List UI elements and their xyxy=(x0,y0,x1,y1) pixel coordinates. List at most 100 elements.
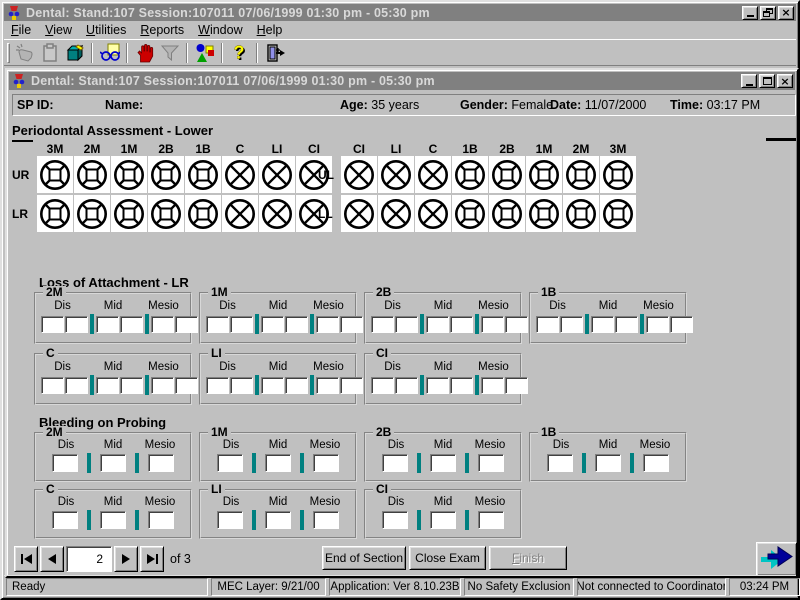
child-maximize-button[interactable] xyxy=(759,74,775,88)
field-label-mesio: Mesio xyxy=(307,300,350,312)
menu-help[interactable]: Help xyxy=(250,22,290,38)
loa-1b-mid-input-1[interactable] xyxy=(591,316,614,333)
loa-2m-dis-input-2[interactable] xyxy=(65,316,88,333)
menu-view[interactable]: View xyxy=(38,22,79,38)
bop-group-label: C xyxy=(43,483,58,496)
cube-button[interactable] xyxy=(62,41,87,65)
loa-1m-mesio-input-1[interactable] xyxy=(316,316,339,333)
loa-2m-mid-input-1[interactable] xyxy=(96,316,119,333)
page-number-input[interactable] xyxy=(66,546,112,572)
loa-1m-mid-input-1[interactable] xyxy=(261,316,284,333)
minimize-button[interactable] xyxy=(742,6,758,20)
child-close-button[interactable]: × xyxy=(777,74,793,88)
loa-ci-dis-input-1[interactable] xyxy=(371,377,394,394)
loa-ci-mesio-input-1[interactable] xyxy=(481,377,504,394)
next-page-button[interactable] xyxy=(756,542,797,576)
loa-2b-mid-input-2[interactable] xyxy=(450,316,473,333)
loa-ci-mid-input-2[interactable] xyxy=(450,377,473,394)
loa-c-mesio-input-1[interactable] xyxy=(151,377,174,394)
bop-c-mid-input[interactable] xyxy=(100,511,126,529)
loa-1m-mesio-input-2[interactable] xyxy=(340,316,363,333)
bop-ci-dis-input[interactable] xyxy=(382,511,408,529)
loa-2b-dis-input-1[interactable] xyxy=(371,316,394,333)
bop-1b-mesio-input[interactable] xyxy=(643,454,669,472)
first-record-button[interactable] xyxy=(14,546,38,572)
bop-group-li: LIDisMidMesio xyxy=(199,489,357,539)
bop-ci-mid-input[interactable] xyxy=(430,511,456,529)
menu-reports[interactable]: Reports xyxy=(133,22,191,38)
loa-1b-dis-input-2[interactable] xyxy=(560,316,583,333)
child-minimize-button[interactable] xyxy=(741,74,757,88)
status-panel-4: No Safety Exclusion xyxy=(464,578,574,596)
bop-li-mid-input[interactable] xyxy=(265,511,291,529)
loa-2m-mid-input-2[interactable] xyxy=(120,316,143,333)
stop-hand-button[interactable] xyxy=(132,41,157,65)
loa-c-mesio-input-2[interactable] xyxy=(175,377,198,394)
child-titlebar[interactable]: Dental: Stand:107 Session:107011 07/06/1… xyxy=(9,72,795,90)
loa-1b-mesio-input-1[interactable] xyxy=(646,316,669,333)
close-button[interactable]: × xyxy=(778,6,794,20)
bop-1m-mesio-input[interactable] xyxy=(313,454,339,472)
bop-2m-dis-input[interactable] xyxy=(52,454,78,472)
bop-ci-mesio-input[interactable] xyxy=(478,511,504,529)
help-button[interactable]: ?? xyxy=(227,41,252,65)
loa-li-dis-input-1[interactable] xyxy=(206,377,229,394)
loa-li-mid-input-1[interactable] xyxy=(261,377,284,394)
loa-c-dis-input-2[interactable] xyxy=(65,377,88,394)
main-titlebar[interactable]: Dental: Stand:107 Session:107011 07/06/1… xyxy=(4,4,796,21)
loa-li-mesio-input-2[interactable] xyxy=(340,377,363,394)
loa-2m-dis-input-1[interactable] xyxy=(41,316,64,333)
loa-1m-dis-input-2[interactable] xyxy=(230,316,253,333)
previous-record-button[interactable] xyxy=(40,546,64,572)
bop-2b-mesio-input[interactable] xyxy=(478,454,504,472)
menu-utilities[interactable]: Utilities xyxy=(79,22,133,38)
bop-1b-dis-input[interactable] xyxy=(547,454,573,472)
loa-li-mesio-input-1[interactable] xyxy=(316,377,339,394)
bop-2m-mesio-input[interactable] xyxy=(148,454,174,472)
loa-li-mid-input-2[interactable] xyxy=(285,377,308,394)
loa-li-dis-input-2[interactable] xyxy=(230,377,253,394)
loa-1m-dis-input-1[interactable] xyxy=(206,316,229,333)
bop-2b-dis-input[interactable] xyxy=(382,454,408,472)
bop-li-mesio-input[interactable] xyxy=(313,511,339,529)
last-record-button[interactable] xyxy=(140,546,164,572)
loa-1b-mid-input-2[interactable] xyxy=(615,316,638,333)
loa-c-dis-input-1[interactable] xyxy=(41,377,64,394)
field-label-dis: Dis xyxy=(41,300,84,312)
loa-c-mid-input-1[interactable] xyxy=(96,377,119,394)
loa-2b-mesio-input-1[interactable] xyxy=(481,316,504,333)
shapes-chart-button[interactable] xyxy=(192,41,217,65)
loa-1b-mesio-input-2[interactable] xyxy=(670,316,693,333)
toolbar-grip[interactable] xyxy=(7,43,10,63)
exit-door-button[interactable] xyxy=(262,41,287,65)
field-label-dis: Dis xyxy=(209,439,253,451)
loa-2m-mesio-input-2[interactable] xyxy=(175,316,198,333)
bop-1m-dis-input[interactable] xyxy=(217,454,243,472)
loa-ci-mesio-input-2[interactable] xyxy=(505,377,528,394)
menu-window[interactable]: Window xyxy=(191,22,249,38)
loa-ci-dis-input-2[interactable] xyxy=(395,377,418,394)
bop-li-dis-input[interactable] xyxy=(217,511,243,529)
loa-2b-mesio-input-2[interactable] xyxy=(505,316,528,333)
field-label-dis: Dis xyxy=(206,300,249,312)
bop-2m-mid-input[interactable] xyxy=(100,454,126,472)
bop-1b-mid-input[interactable] xyxy=(595,454,621,472)
restore-button[interactable] xyxy=(760,6,776,20)
loa-2m-mesio-input-1[interactable] xyxy=(151,316,174,333)
loa-2b-mid-input-1[interactable] xyxy=(426,316,449,333)
menu-file[interactable]: File xyxy=(4,22,38,38)
end-of-section-button[interactable]: End of Section xyxy=(322,546,406,570)
loa-ci-mid-input-1[interactable] xyxy=(426,377,449,394)
loa-1b-dis-input-1[interactable] xyxy=(536,316,559,333)
next-record-button[interactable] xyxy=(114,546,138,572)
loa-1m-mid-input-2[interactable] xyxy=(285,316,308,333)
tooth-ll-1b xyxy=(452,195,488,232)
bop-2b-mid-input[interactable] xyxy=(430,454,456,472)
bop-c-mesio-input[interactable] xyxy=(148,511,174,529)
loa-c-mid-input-2[interactable] xyxy=(120,377,143,394)
loa-2b-dis-input-2[interactable] xyxy=(395,316,418,333)
bop-c-dis-input[interactable] xyxy=(52,511,78,529)
close-exam-button[interactable]: Close Exam xyxy=(409,546,486,570)
bop-1m-mid-input[interactable] xyxy=(265,454,291,472)
glasses-button[interactable] xyxy=(97,41,122,65)
